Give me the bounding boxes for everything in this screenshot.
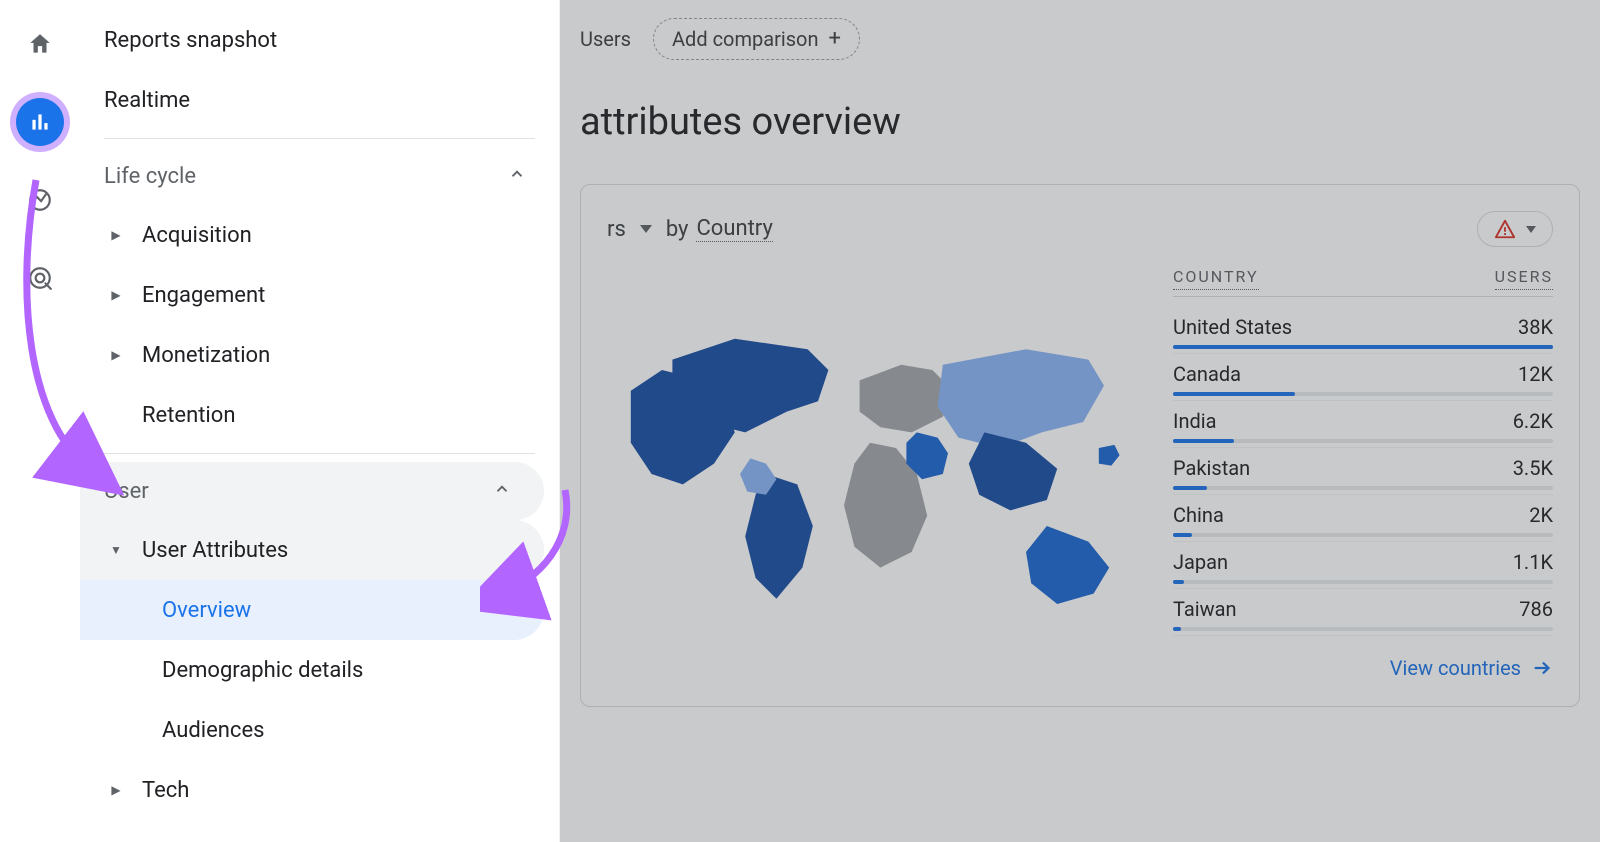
nav-reports-snapshot[interactable]: Reports snapshot — [80, 10, 544, 70]
nav-section-user[interactable]: User — [80, 462, 544, 520]
explore-icon[interactable] — [16, 176, 64, 224]
nav-label: Reports snapshot — [104, 28, 520, 53]
caret-right-icon: ▶ — [104, 348, 128, 362]
table-header-country: COUNTRY — [1173, 267, 1259, 290]
arrow-right-icon — [1531, 657, 1553, 679]
users-value: 38K — [1518, 315, 1553, 339]
nav-section-life-cycle[interactable]: Life cycle — [80, 147, 559, 205]
bar-track — [1173, 392, 1553, 396]
bar-track — [1173, 486, 1553, 490]
nav-tech[interactable]: ▶ Tech — [80, 760, 544, 820]
dimension-label: Country — [696, 216, 772, 242]
bar-track — [1173, 345, 1553, 349]
nav-demographic-details[interactable]: Demographic details — [80, 640, 544, 700]
nav-label: User Attributes — [142, 538, 520, 563]
advertising-icon[interactable] — [16, 254, 64, 302]
home-icon[interactable] — [16, 20, 64, 68]
nav-engagement[interactable]: ▶ Engagement — [80, 265, 544, 325]
country-name: Taiwan — [1173, 597, 1237, 621]
users-by-country-card: rs by Country — [580, 184, 1580, 707]
table-row[interactable]: India 6.2K — [1173, 401, 1553, 448]
bar-fill — [1173, 345, 1553, 349]
main-pane: Users Add comparison + attributes overvi… — [560, 0, 1600, 842]
nav-label: Demographic details — [162, 658, 520, 683]
table-row[interactable]: United States 38K — [1173, 307, 1553, 354]
chip-users-partial[interactable]: Users — [580, 19, 637, 59]
users-value: 3.5K — [1513, 456, 1553, 480]
chip-label: Add comparison — [672, 27, 819, 51]
caret-right-icon: ▶ — [104, 228, 128, 242]
nav-acquisition[interactable]: ▶ Acquisition — [80, 205, 544, 265]
bar-track — [1173, 627, 1553, 631]
bar-track — [1173, 580, 1553, 584]
nav-label: Realtime — [104, 88, 520, 113]
table-row[interactable]: Canada 12K — [1173, 354, 1553, 401]
nav-label: Monetization — [142, 343, 520, 368]
nav-divider — [104, 453, 535, 454]
bar-fill — [1173, 627, 1181, 631]
page-title: attributes overview — [580, 100, 1580, 144]
country-name: China — [1173, 503, 1224, 527]
chevron-up-icon — [499, 164, 535, 189]
nav-monetization[interactable]: ▶ Monetization — [80, 325, 544, 385]
country-name: United States — [1173, 315, 1292, 339]
nav-label: Acquisition — [142, 223, 520, 248]
nav-realtime[interactable]: Realtime — [80, 70, 544, 130]
country-users-table: COUNTRY USERS United States 38K Canada 12K I… — [1173, 267, 1553, 680]
warning-triangle-icon — [1494, 218, 1516, 240]
table-row[interactable]: Japan 1.1K — [1173, 542, 1553, 589]
reports-icon[interactable] — [16, 98, 64, 146]
card-metric-selector[interactable]: rs by Country — [607, 216, 773, 242]
world-map[interactable] — [607, 267, 1133, 680]
caret-right-icon: ▶ — [104, 288, 128, 302]
users-value: 12K — [1518, 362, 1553, 386]
country-name: Japan — [1173, 550, 1228, 574]
metric-partial: rs — [607, 217, 626, 242]
country-name: Pakistan — [1173, 456, 1250, 480]
table-row[interactable]: Taiwan 786 — [1173, 589, 1553, 636]
bar-track — [1173, 533, 1553, 537]
dropdown-triangle-icon — [1526, 226, 1536, 233]
nav-user-attributes[interactable]: ▼ User Attributes — [80, 520, 544, 580]
dropdown-triangle-icon — [640, 225, 652, 233]
table-row[interactable]: Pakistan 3.5K — [1173, 448, 1553, 495]
table-header-users: USERS — [1495, 267, 1553, 290]
link-label: View countries — [1390, 656, 1521, 680]
left-icon-rail — [0, 0, 80, 842]
nav-section-label: Life cycle — [104, 164, 196, 189]
chevron-up-icon — [484, 479, 520, 504]
nav-retention[interactable]: Retention — [80, 385, 544, 445]
users-value: 1.1K — [1513, 550, 1553, 574]
nav-audiences[interactable]: Audiences — [80, 700, 544, 760]
add-comparison-button[interactable]: Add comparison + — [653, 18, 860, 60]
nav-user-attributes-overview[interactable]: Overview — [80, 580, 544, 640]
plus-icon: + — [829, 28, 841, 50]
caret-right-icon: ▶ — [104, 783, 128, 797]
by-word: by — [666, 217, 689, 242]
reports-nav-sidebar: Reports snapshot Realtime Life cycle ▶ A… — [80, 0, 560, 842]
topbar: Users Add comparison + — [580, 0, 1580, 80]
table-row[interactable]: China 2K — [1173, 495, 1553, 542]
users-value: 786 — [1519, 597, 1553, 621]
nav-label: Engagement — [142, 283, 520, 308]
users-value: 2K — [1529, 503, 1553, 527]
country-name: India — [1173, 409, 1217, 433]
bar-fill — [1173, 486, 1207, 490]
data-quality-warning-button[interactable] — [1477, 211, 1553, 247]
bar-track — [1173, 439, 1553, 443]
nav-label: Tech — [142, 778, 520, 803]
country-name: Canada — [1173, 362, 1241, 386]
view-countries-link[interactable]: View countries — [1173, 656, 1553, 680]
bar-fill — [1173, 580, 1184, 584]
caret-down-icon: ▼ — [104, 543, 128, 557]
nav-section-label: User — [104, 479, 149, 504]
bar-fill — [1173, 439, 1234, 443]
nav-label: Overview — [162, 598, 520, 623]
nav-label: Audiences — [162, 718, 520, 743]
nav-label: Retention — [142, 403, 520, 428]
users-value: 6.2K — [1513, 409, 1553, 433]
bar-fill — [1173, 533, 1192, 537]
nav-divider — [104, 138, 535, 139]
bar-fill — [1173, 392, 1295, 396]
